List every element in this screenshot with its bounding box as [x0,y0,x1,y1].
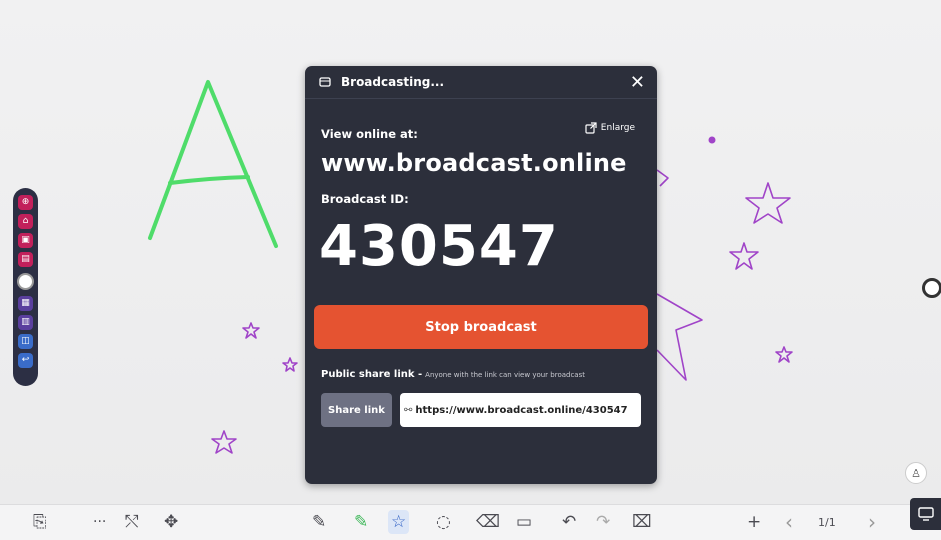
star-medium [729,242,759,270]
rail-apps-icon[interactable]: ▦ [18,296,33,311]
enlarge-button[interactable]: Enlarge [585,122,635,134]
redo-icon[interactable]: ↷ [596,512,610,532]
dialog-title: Broadcasting... [341,75,445,89]
broadcast-url: www.broadcast.online [321,149,627,177]
rail-tool-icon[interactable]: ⊕ [18,195,33,210]
user-icon[interactable]: ♙ [905,462,927,484]
star-small [242,322,260,339]
view-online-label: View online at: [321,127,418,141]
stop-broadcast-button[interactable]: Stop broadcast [314,305,648,349]
left-tool-rail: ⊕ ⌂ ▣ ▤ ▦ ▥ ◫ ↩ [13,188,38,386]
share-link-button[interactable]: Share link [321,393,392,427]
screen-share-icon [917,507,934,521]
prev-page-icon[interactable]: ‹ [785,512,793,532]
rail-back-icon[interactable]: ↩ [18,353,33,368]
rail-window-icon[interactable]: ◫ [18,334,33,349]
share-link-field[interactable]: ⚯ https://www.broadcast.online/430547 [400,393,641,427]
share-link-heading: Public share link - Anyone with the link … [321,369,585,380]
highlighter-icon[interactable]: ✎ [354,512,368,532]
share-subtitle: Anyone with the link can view your broad… [425,371,585,379]
star-partial [656,169,669,187]
external-link-icon [585,122,597,134]
broadcast-icon [319,77,331,87]
add-page-icon[interactable]: + [747,512,761,532]
select-tool-icon[interactable]: ⎘ [33,512,47,532]
lasso-icon[interactable]: ◌ [436,512,451,532]
broadcast-id-label: Broadcast ID: [321,192,409,206]
eraser-icon[interactable]: ⌫ [476,512,500,532]
star-partial [656,293,703,381]
link-icon: ⚯ [404,404,413,416]
enlarge-label: Enlarge [600,123,635,133]
rail-color-icon[interactable] [17,273,34,290]
next-page-icon[interactable]: › [868,512,876,532]
drawn-letter-a [148,80,278,248]
dialog-header: Broadcasting... ✕ [305,66,657,99]
rail-media-icon[interactable]: ▣ [18,233,33,248]
page-indicator: 1/1 [818,516,836,529]
screen-icon[interactable]: ▭ [516,512,532,532]
side-handle-icon[interactable] [922,278,941,298]
star-small [775,346,793,363]
share-title: Public share link - [321,369,423,380]
star-large [745,182,791,224]
rail-bookmark-icon[interactable]: ▤ [18,252,33,267]
move-icon[interactable]: ✥ [164,512,178,532]
undo-icon[interactable]: ↶ [562,512,576,532]
rail-grid-icon[interactable]: ▥ [18,315,33,330]
close-icon[interactable]: ✕ [630,72,645,93]
star-medium [211,430,237,454]
pen-icon[interactable]: ✎ [312,512,326,532]
rail-home-icon[interactable]: ⌂ [18,214,33,229]
bottom-toolbar: ⎘ ··· ⤲ ✥ ✎ ✎ ☆ ◌ ⌫ ▭ ↶ ↷ ⌧ + ‹ 1/1 › [0,504,941,540]
dot-mark [708,136,716,144]
broadcast-dialog: Broadcasting... ✕ View online at: Enlarg… [305,66,657,484]
more-icon[interactable]: ··· [93,512,106,532]
fit-icon[interactable]: ⤲ [125,512,139,532]
broadcast-id: 430547 [319,214,559,279]
share-url: https://www.broadcast.online/430547 [415,404,628,416]
clear-icon[interactable]: ⌧ [632,512,652,532]
star-small [282,357,298,372]
broadcast-fab[interactable] [910,498,941,530]
shape-star-icon[interactable]: ☆ [388,510,410,534]
